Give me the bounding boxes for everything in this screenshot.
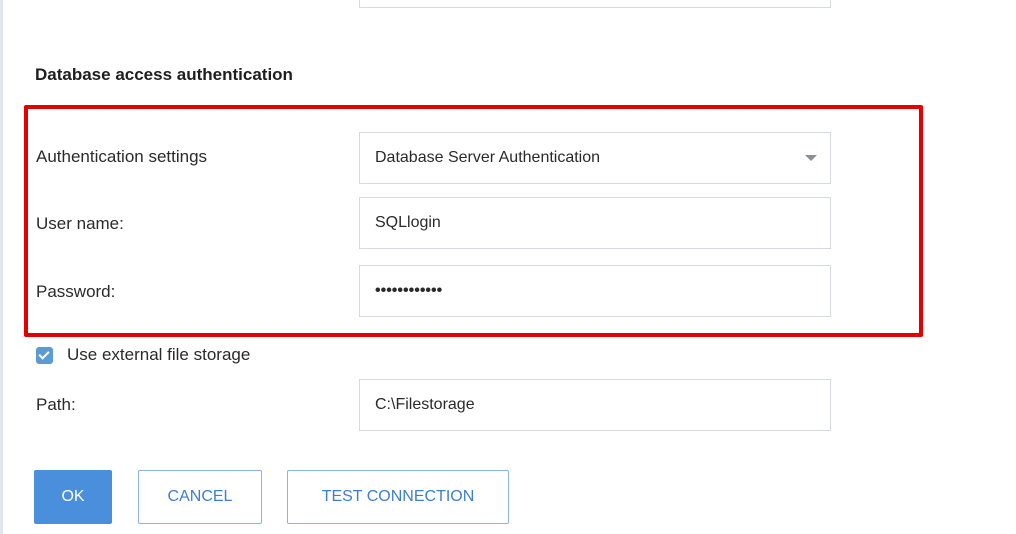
dialog-left-border [0,0,3,534]
path-input[interactable]: C:\Filestorage [359,379,831,431]
cancel-button[interactable]: CANCEL [138,470,262,524]
ok-button[interactable]: OK [34,470,112,524]
username-label: User name: [36,214,124,233]
password-value: •••••••••••• [375,282,443,299]
username-input[interactable]: SQLlogin [359,197,831,249]
auth-settings-value: Database Server Authentication [375,149,601,166]
previous-input-field[interactable] [359,0,831,8]
path-value: C:\Filestorage [375,396,475,413]
chevron-down-icon[interactable] [805,155,817,161]
auth-settings-label: Authentication settings [36,147,208,166]
username-value: SQLlogin [375,214,441,231]
password-input[interactable]: •••••••••••• [359,265,831,317]
external-storage-checkbox-row[interactable]: Use external file storage [36,343,250,367]
path-label: Path: [36,395,76,414]
password-label: Password: [36,282,116,301]
external-storage-label: Use external file storage [67,345,251,364]
external-storage-checkbox[interactable] [36,346,53,364]
test-connection-button[interactable]: TEST CONNECTION [287,470,509,524]
auth-settings-select[interactable]: Database Server Authentication [359,132,831,184]
section-title: Database access authentication [35,65,293,84]
